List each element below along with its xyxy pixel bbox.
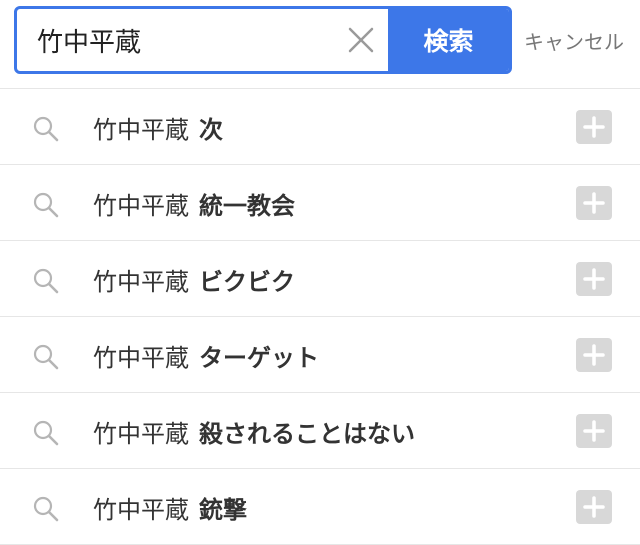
append-query-button[interactable] (576, 186, 612, 220)
search-icon (33, 116, 59, 142)
suggestion-query: 竹中平蔵 (93, 495, 189, 524)
suggestion-text: 竹中平蔵 統一教会 (93, 165, 295, 241)
suggestion-item[interactable]: 竹中平蔵 銃撃 (0, 469, 640, 545)
search-icon (33, 268, 59, 294)
suggestion-text: 竹中平蔵 次 (93, 89, 223, 165)
plus-icon (583, 420, 605, 442)
plus-icon (583, 116, 605, 138)
suggestion-item[interactable]: 竹中平蔵 次 (0, 89, 640, 165)
search-input[interactable] (17, 9, 357, 71)
suggestion-text: 竹中平蔵 殺されることはない (93, 393, 415, 469)
append-query-button[interactable] (576, 262, 612, 296)
suggestion-query: 竹中平蔵 (93, 267, 189, 296)
append-query-button[interactable] (576, 110, 612, 144)
search-icon (33, 420, 59, 446)
suggestion-term: 銃撃 (199, 495, 247, 524)
suggestion-query: 竹中平蔵 (93, 343, 189, 372)
append-query-button[interactable] (576, 490, 612, 524)
suggestion-item[interactable]: 竹中平蔵 ビクビク (0, 241, 640, 317)
append-query-button[interactable] (576, 414, 612, 448)
suggestion-term: ターゲット (199, 343, 319, 372)
search-icon (33, 344, 59, 370)
plus-icon (583, 192, 605, 214)
suggestion-item[interactable]: 竹中平蔵 殺されることはない (0, 393, 640, 469)
suggestion-query: 竹中平蔵 (93, 115, 189, 144)
search-icon (33, 496, 59, 522)
search-icon (33, 192, 59, 218)
suggestion-term: 統一教会 (199, 191, 295, 220)
suggestion-text: 竹中平蔵 ビクビク (93, 241, 295, 317)
suggestion-item[interactable]: 竹中平蔵 統一教会 (0, 165, 640, 241)
close-icon (348, 27, 374, 53)
search-button[interactable]: 検索 (388, 9, 509, 71)
append-query-button[interactable] (576, 338, 612, 372)
suggestion-query: 竹中平蔵 (93, 419, 189, 448)
suggestion-query: 竹中平蔵 (93, 191, 189, 220)
search-bar: 検索 キャンセル (0, 0, 640, 88)
clear-button[interactable] (343, 22, 379, 58)
search-box: 検索 (14, 6, 512, 74)
suggestion-item[interactable]: 竹中平蔵 ターゲット (0, 317, 640, 393)
cancel-button[interactable]: キャンセル (524, 26, 624, 55)
plus-icon (583, 344, 605, 366)
suggestion-term: 次 (199, 115, 223, 144)
suggestion-text: 竹中平蔵 ターゲット (93, 317, 319, 393)
suggestion-list: 竹中平蔵 次 竹中平蔵 統一教会 竹中平蔵 ビクビク 竹中平蔵 ターゲット 竹中… (0, 88, 640, 545)
plus-icon (583, 268, 605, 290)
suggestion-term: ビクビク (199, 267, 295, 296)
suggestion-text: 竹中平蔵 銃撃 (93, 469, 247, 545)
plus-icon (583, 496, 605, 518)
suggestion-term: 殺されることはない (199, 419, 415, 448)
